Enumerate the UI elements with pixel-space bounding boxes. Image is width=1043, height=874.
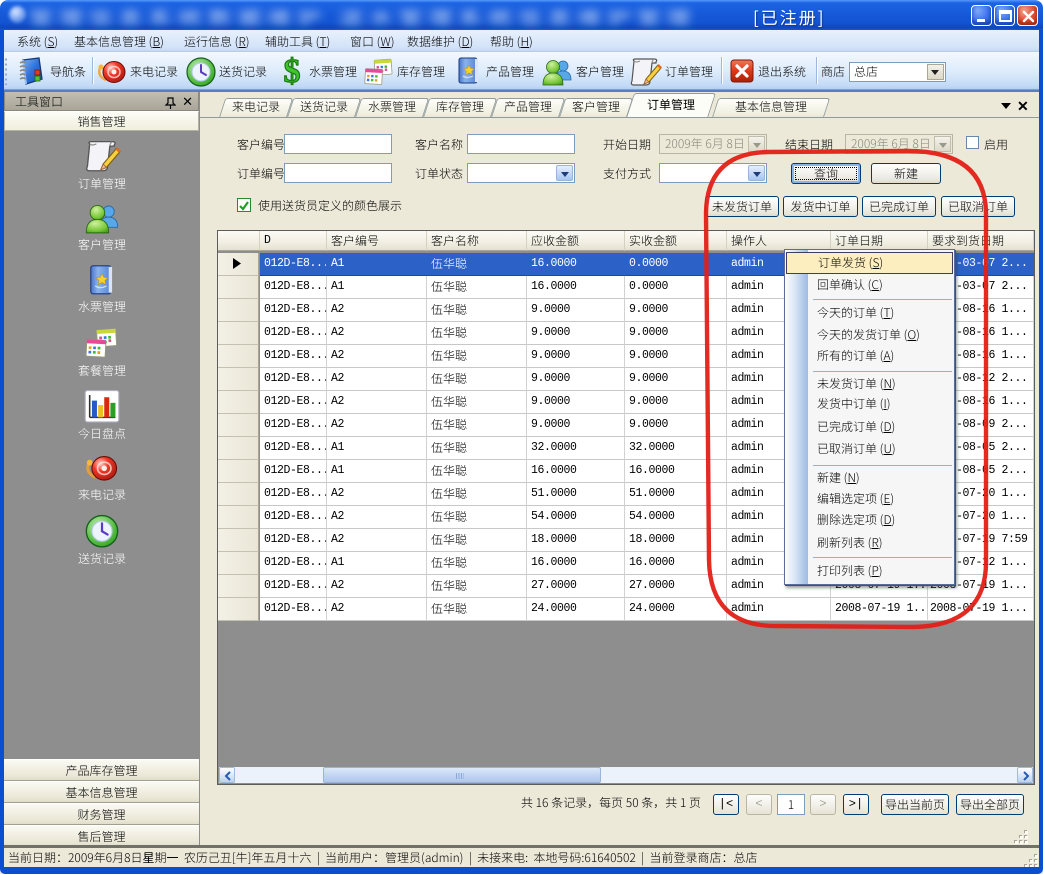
svg-text:$: $ [284,55,301,89]
